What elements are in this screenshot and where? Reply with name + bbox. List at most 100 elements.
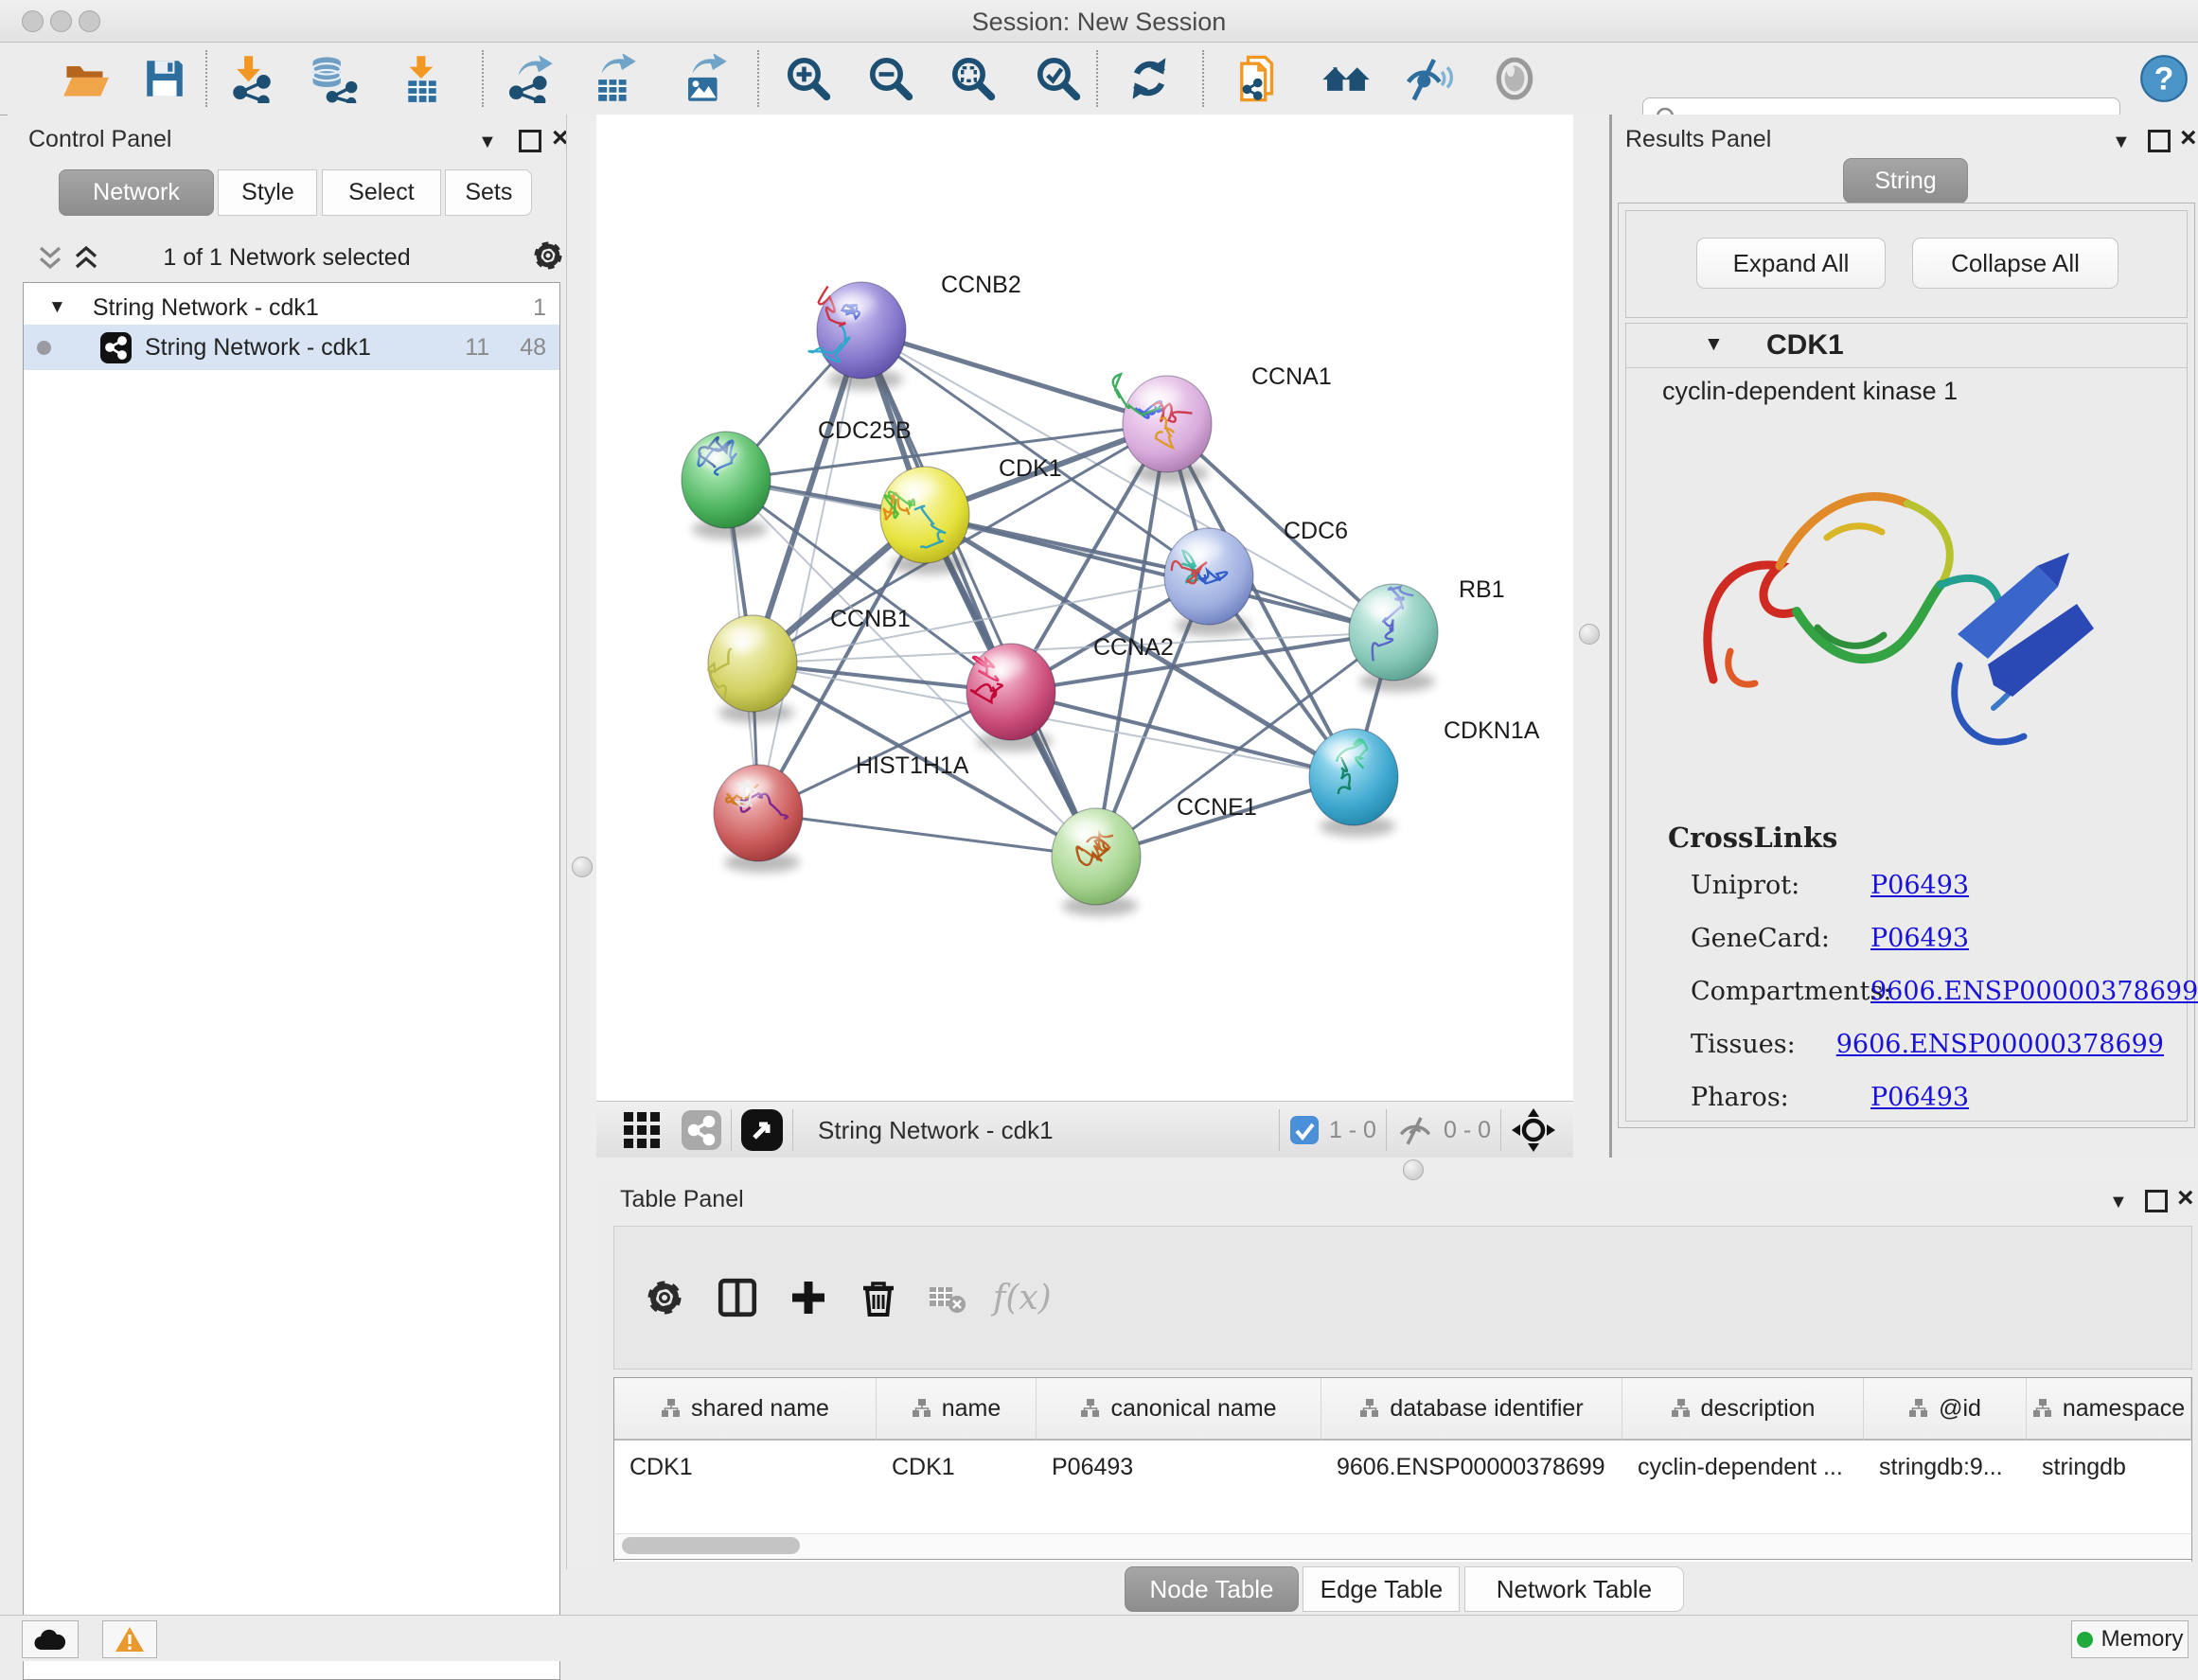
table-cell[interactable]: stringdb [2027,1442,2191,1492]
results-panel-menu-icon[interactable]: ▼ [2112,132,2131,153]
left-splitter[interactable] [566,115,597,1569]
table-gear-icon[interactable] [643,1276,686,1319]
memory-button[interactable]: Memory [2071,1620,2189,1658]
right-splitter-handle[interactable] [1579,624,1600,645]
import-network-database-button[interactable] [307,52,360,105]
table-cell[interactable]: 9606.ENSP00000378699 [1321,1442,1622,1492]
tab-style[interactable]: Style [218,169,317,216]
hide-graphics-button[interactable] [1402,52,1455,105]
share-view-icon[interactable] [682,1110,721,1150]
zoom-fit-icon [948,54,998,103]
share-document-button[interactable] [1233,52,1286,105]
export-network-button[interactable] [504,52,557,105]
selected-checkbox-icon[interactable] [1289,1115,1320,1145]
zoom-in-button[interactable] [782,52,835,105]
network-node-ccna2[interactable]: CCNA2 [966,634,1174,752]
network-collection-row[interactable]: ▼ String Network - cdk1 1 [24,289,559,327]
control-panel-menu-icon[interactable]: ▼ [478,132,497,153]
left-splitter-handle[interactable] [572,857,593,877]
table-horizontal-scrollbar[interactable] [613,1533,2192,1560]
column-type-icon [1359,1398,1380,1419]
render-detail-button[interactable] [1488,52,1541,105]
network-node-hist1h1a[interactable]: HIST1H1A [714,752,969,873]
column-header-canonical-name[interactable]: canonical name [1037,1378,1321,1441]
warning-icon [115,1626,145,1653]
export-table-button[interactable] [587,52,640,105]
close-panel-icon[interactable]: × [2180,122,2197,154]
tab-node-table[interactable]: Node Table [1125,1566,1299,1612]
column-header-name[interactable]: name [877,1378,1037,1441]
table-cell[interactable]: CDK1 [877,1442,1037,1492]
crosslink-row: GeneCard:P06493 [1691,924,2164,953]
horizontal-splitter-handle[interactable] [1403,1159,1424,1180]
crosslink-label: Pharos: [1691,1083,1870,1112]
crosslink-value-link[interactable]: P06493 [1870,924,1969,953]
float-panel-icon[interactable] [2145,1190,2168,1212]
network-node-rb1[interactable]: RB1 [1349,576,1505,692]
network-node-ccnb1[interactable]: CCNB1 [708,606,911,723]
apply-layout-button[interactable] [1123,52,1176,105]
tab-string[interactable]: String [1843,158,1968,203]
eye-slash-icon [1403,53,1454,104]
crosslink-value-link[interactable]: 9606.ENSP00000378699 [1870,977,2198,1006]
crosslink-value-link[interactable]: 9606.ENSP00000378699 [1836,1030,2164,1059]
export-image-button[interactable] [678,52,731,105]
help-button[interactable]: ? [2137,52,2190,105]
birdseye-toggle-icon[interactable] [741,1109,783,1151]
crosslink-value-link[interactable]: P06493 [1870,1083,1969,1112]
collection-expander-icon[interactable]: ▼ [48,297,66,318]
network-view-canvas[interactable]: CCNB2CCNA1CDC25BCDK1CDC6RB1CCNB1CCNA2CDK… [596,115,1574,1101]
table-cell[interactable]: stringdb:9... [1864,1442,2027,1492]
import-table-file-button[interactable] [396,52,449,105]
column-header-shared-name[interactable]: shared name [614,1378,877,1441]
network-node-ccnb2[interactable]: CCNB2 [809,272,1021,390]
table-cell[interactable]: cyclin-dependent ... [1622,1442,1864,1492]
crosslink-value-link[interactable]: P06493 [1870,871,1969,900]
tab-edge-table[interactable]: Edge Table [1303,1566,1460,1612]
delete-column-icon[interactable] [857,1276,900,1319]
zoom-fit-button[interactable] [947,52,1000,105]
right-splitter[interactable] [1573,115,1609,1180]
table-panel-menu-icon[interactable]: ▼ [2109,1192,2128,1213]
float-panel-icon[interactable] [519,130,541,152]
column-header-database-identifier[interactable]: database identifier [1321,1378,1622,1441]
tab-select[interactable]: Select [322,169,441,216]
collapse-section-icon[interactable]: ▼ [1704,333,1724,356]
column-header--id[interactable]: @id [1864,1378,2027,1441]
cloud-button[interactable] [22,1620,79,1658]
grid-view-icon[interactable] [623,1111,661,1149]
open-file-button[interactable] [59,52,112,105]
scrollbar-thumb[interactable] [622,1537,800,1554]
column-header-description[interactable]: description [1622,1378,1864,1441]
network-node-ccna1[interactable]: CCNA1 [1113,363,1332,484]
string-network-graph[interactable]: CCNB2CCNA1CDC25BCDK1CDC6RB1CCNB1CCNA2CDK… [596,115,1573,1101]
float-panel-icon[interactable] [2148,130,2171,152]
network-row[interactable]: String Network - cdk1 11 48 [24,325,559,370]
pan-crosshair-icon[interactable] [1511,1107,1556,1153]
tab-sets[interactable]: Sets [445,169,532,216]
show-columns-icon[interactable] [715,1275,760,1320]
warning-button[interactable] [102,1620,157,1658]
tab-network-table[interactable]: Network Table [1464,1566,1684,1612]
network-node-cdk1[interactable]: CDK1 [880,455,1062,575]
node-card-header[interactable]: ▼ CDK1 [1626,324,2187,368]
tab-network[interactable]: Network [59,169,214,216]
collapse-all-button[interactable]: Collapse All [1912,238,2118,289]
network-node-cdkn1a[interactable]: CDKN1A [1309,717,1540,837]
horizontal-splitter[interactable] [596,1158,2198,1180]
zoom-out-button[interactable] [864,52,917,105]
string-home-button[interactable] [1320,52,1373,105]
table-cell[interactable]: CDK1 [614,1442,877,1492]
column-type-icon [2032,1398,2053,1419]
save-session-button[interactable] [138,52,191,105]
add-column-icon[interactable] [787,1276,830,1319]
table-cell[interactable]: P06493 [1037,1442,1321,1492]
expand-all-button[interactable]: Expand All [1696,238,1886,289]
column-header-namespace[interactable]: namespace [2027,1378,2191,1441]
hidden-eye-icon[interactable] [1396,1111,1434,1149]
gear-icon[interactable] [530,238,566,274]
import-network-file-button[interactable] [225,52,278,105]
zoom-selected-button[interactable] [1032,52,1085,105]
network-node-cdc6[interactable]: CDC6 [1164,518,1348,636]
close-panel-icon[interactable]: × [2177,1182,2194,1214]
